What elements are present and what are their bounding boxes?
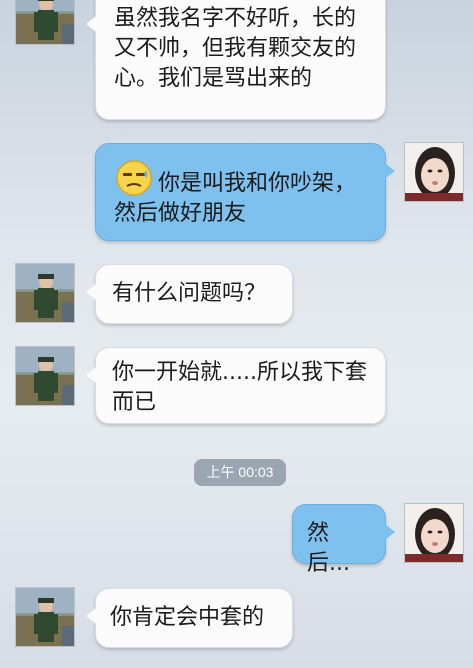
timestamp-pill: 上午 00:03 [194,459,286,486]
message-bubble[interactable]: 有什么问题吗？ [95,264,293,324]
message-bubble[interactable]: 你一开始就.....所以我下套而已 [95,347,386,424]
message-text: 有什么问题吗？ [112,281,267,306]
sender-avatar[interactable] [15,263,75,323]
sender-avatar[interactable] [15,0,75,45]
self-avatar[interactable] [404,142,464,202]
message-text: 虽然我名字不好听，长的又不帅，但我有颗交友的心。我们是骂出来的 [114,6,357,91]
message-text: 你一开始就.....所以我下套而已 [112,360,367,415]
message-text: 然后... [307,521,350,576]
sender-avatar[interactable] [15,346,75,406]
message-bubble[interactable]: 然后... [292,504,386,576]
awkward-face-icon [114,158,154,198]
message-bubble[interactable]: 你是叫我和你吵架，然后做好朋友 [95,143,386,241]
message-bubble[interactable]: 你肯定会中套的 [95,588,293,648]
self-avatar[interactable] [404,503,464,563]
message-bubble[interactable]: 虽然我名字不好听，长的又不帅，但我有颗交友的心。我们是骂出来的 [95,0,386,120]
message-text: 你肯定会中套的 [110,605,265,630]
sender-avatar[interactable] [15,587,75,647]
